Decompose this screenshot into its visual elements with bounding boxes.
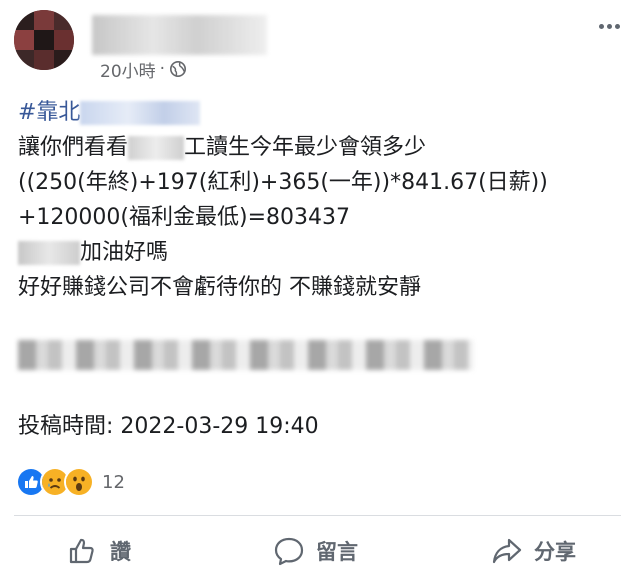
post-line: 好好賺錢公司不會虧待你的 不賺錢就安靜 [18, 270, 618, 305]
comment-button[interactable]: 留言 [272, 528, 358, 574]
comment-icon [274, 537, 304, 566]
share-button[interactable]: 分享 [490, 528, 576, 574]
meta-separator: · [159, 59, 166, 79]
reactions-summary[interactable]: 12 [16, 467, 125, 497]
post-text: +120000(福利金最低)=803437 [18, 205, 350, 230]
share-label: 分享 [534, 540, 576, 564]
post-text: 好好賺錢公司不會虧待你的 不賺錢就安靜 [18, 275, 421, 300]
post-text: 加油好嗎 [80, 240, 169, 265]
more-options-icon[interactable] [593, 14, 625, 38]
post-body: #靠北 讓你們看看 工讀生今年最少會領多少 ((250(年終)+197(紅利)+3… [18, 95, 618, 305]
divider [14, 515, 621, 516]
facebook-post: 20小時 · #靠北 讓你們看看 工讀生今年最少會領多少 ((250(年終)+19… [0, 0, 635, 583]
post-line: 加油好嗎 [18, 235, 618, 270]
author-name-redacted[interactable] [92, 15, 267, 55]
redacted-link [18, 340, 473, 370]
post-text: 工讀生今年最少會領多少 [184, 135, 427, 160]
thumbs-up-icon [69, 538, 94, 564]
post-line: ((250(年終)+197(紅利)+365(一年))*841.67(日薪)) [18, 165, 618, 200]
post-line: 讓你們看看 工讀生今年最少會領多少 [18, 130, 618, 165]
share-icon [492, 538, 522, 564]
redacted-hashtag [80, 101, 201, 125]
redacted-text [128, 136, 185, 160]
wow-icon [64, 467, 94, 497]
like-button[interactable]: 讚 [66, 528, 131, 574]
redacted-text [18, 241, 80, 265]
avatar[interactable] [14, 10, 74, 70]
action-bar: 讚 留言 分享 [0, 528, 635, 574]
comment-label: 留言 [316, 540, 358, 564]
post-meta: 20小時 · [100, 57, 187, 82]
submission-time: 投稿時間: 2022-03-29 19:40 [18, 414, 319, 439]
post-line: +120000(福利金最低)=803437 [18, 200, 618, 235]
post-timestamp[interactable]: 20小時 [100, 57, 156, 82]
post-text: 讓你們看看 [18, 135, 129, 160]
post-text: ((250(年終)+197(紅利)+365(一年))*841.67(日薪)) [18, 170, 548, 195]
post-line: #靠北 [18, 95, 618, 130]
reaction-count[interactable]: 12 [102, 472, 125, 493]
hashtag-link[interactable]: #靠北 [18, 100, 80, 125]
globe-icon[interactable] [169, 60, 187, 78]
like-label: 讚 [110, 540, 131, 564]
